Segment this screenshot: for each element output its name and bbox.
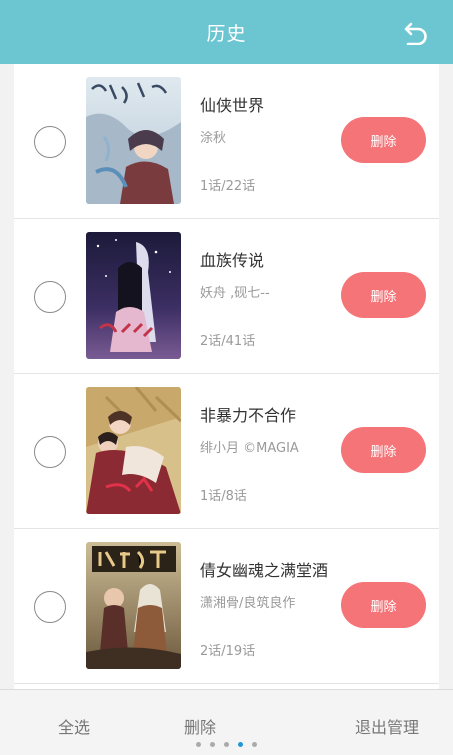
comic-title: 倩女幽魂之满堂酒 bbox=[200, 561, 329, 580]
page-dot bbox=[252, 741, 257, 747]
page-dot bbox=[196, 741, 201, 747]
history-screen: 历史 仙侠世界 涂秋 1话/22话 删除 血族传说 妖舟 ,砚七-- 2话/41… bbox=[0, 0, 453, 755]
comic-title: 仙侠世界 bbox=[200, 96, 265, 115]
select-checkbox[interactable] bbox=[34, 126, 66, 158]
list-item: 血族传说 妖舟 ,砚七-- 2话/41话 删除 bbox=[14, 219, 439, 374]
comic-cover[interactable] bbox=[86, 387, 181, 514]
bulk-delete-button[interactable]: 删除 bbox=[184, 714, 216, 738]
delete-button[interactable]: 删除 bbox=[341, 272, 426, 318]
back-button[interactable] bbox=[401, 18, 431, 48]
cover-image bbox=[86, 232, 181, 359]
read-progress: 2话/41话 bbox=[200, 334, 256, 349]
comic-author: 妖舟 ,砚七-- bbox=[200, 286, 270, 301]
page-dot bbox=[210, 741, 215, 747]
comic-author: 绯小月 ©MAGIA bbox=[200, 441, 299, 456]
page-dot bbox=[224, 741, 229, 747]
list-item: 倩女幽魂之满堂酒 潇湘骨/良筑良作 2话/19话 删除 bbox=[14, 529, 439, 684]
delete-button[interactable]: 删除 bbox=[341, 117, 426, 163]
delete-button[interactable]: 删除 bbox=[341, 427, 426, 473]
delete-button[interactable]: 删除 bbox=[341, 582, 426, 628]
exit-manage-button[interactable]: 退出管理 bbox=[355, 714, 419, 738]
list-item: 非暴力不合作 绯小月 ©MAGIA 1话/8话 删除 bbox=[14, 374, 439, 529]
cover-image bbox=[86, 387, 181, 514]
comic-author: 潇湘骨/良筑良作 bbox=[200, 596, 296, 611]
select-checkbox[interactable] bbox=[34, 281, 66, 313]
page-indicator bbox=[0, 738, 453, 750]
page-dot bbox=[238, 741, 243, 747]
comic-title: 非暴力不合作 bbox=[200, 406, 297, 425]
comic-cover[interactable] bbox=[86, 542, 181, 669]
list-item: 仙侠世界 涂秋 1话/22话 删除 bbox=[14, 64, 439, 219]
comic-cover[interactable] bbox=[86, 232, 181, 359]
read-progress: 2话/19话 bbox=[200, 644, 256, 659]
read-progress: 1话/8话 bbox=[200, 489, 247, 504]
select-checkbox[interactable] bbox=[34, 591, 66, 623]
page-title: 历史 bbox=[206, 22, 247, 45]
history-list: 仙侠世界 涂秋 1话/22话 删除 血族传说 妖舟 ,砚七-- 2话/41话 删… bbox=[14, 64, 439, 689]
comic-title: 血族传说 bbox=[200, 251, 265, 270]
cover-image bbox=[86, 77, 181, 204]
top-bar: 历史 bbox=[0, 0, 453, 64]
read-progress: 1话/22话 bbox=[200, 179, 256, 194]
comic-cover[interactable] bbox=[86, 77, 181, 204]
select-checkbox[interactable] bbox=[34, 436, 66, 468]
undo-arrow-icon bbox=[404, 22, 427, 45]
select-all-button[interactable]: 全选 bbox=[58, 714, 90, 738]
cover-image bbox=[86, 542, 181, 669]
comic-author: 涂秋 bbox=[200, 131, 227, 146]
